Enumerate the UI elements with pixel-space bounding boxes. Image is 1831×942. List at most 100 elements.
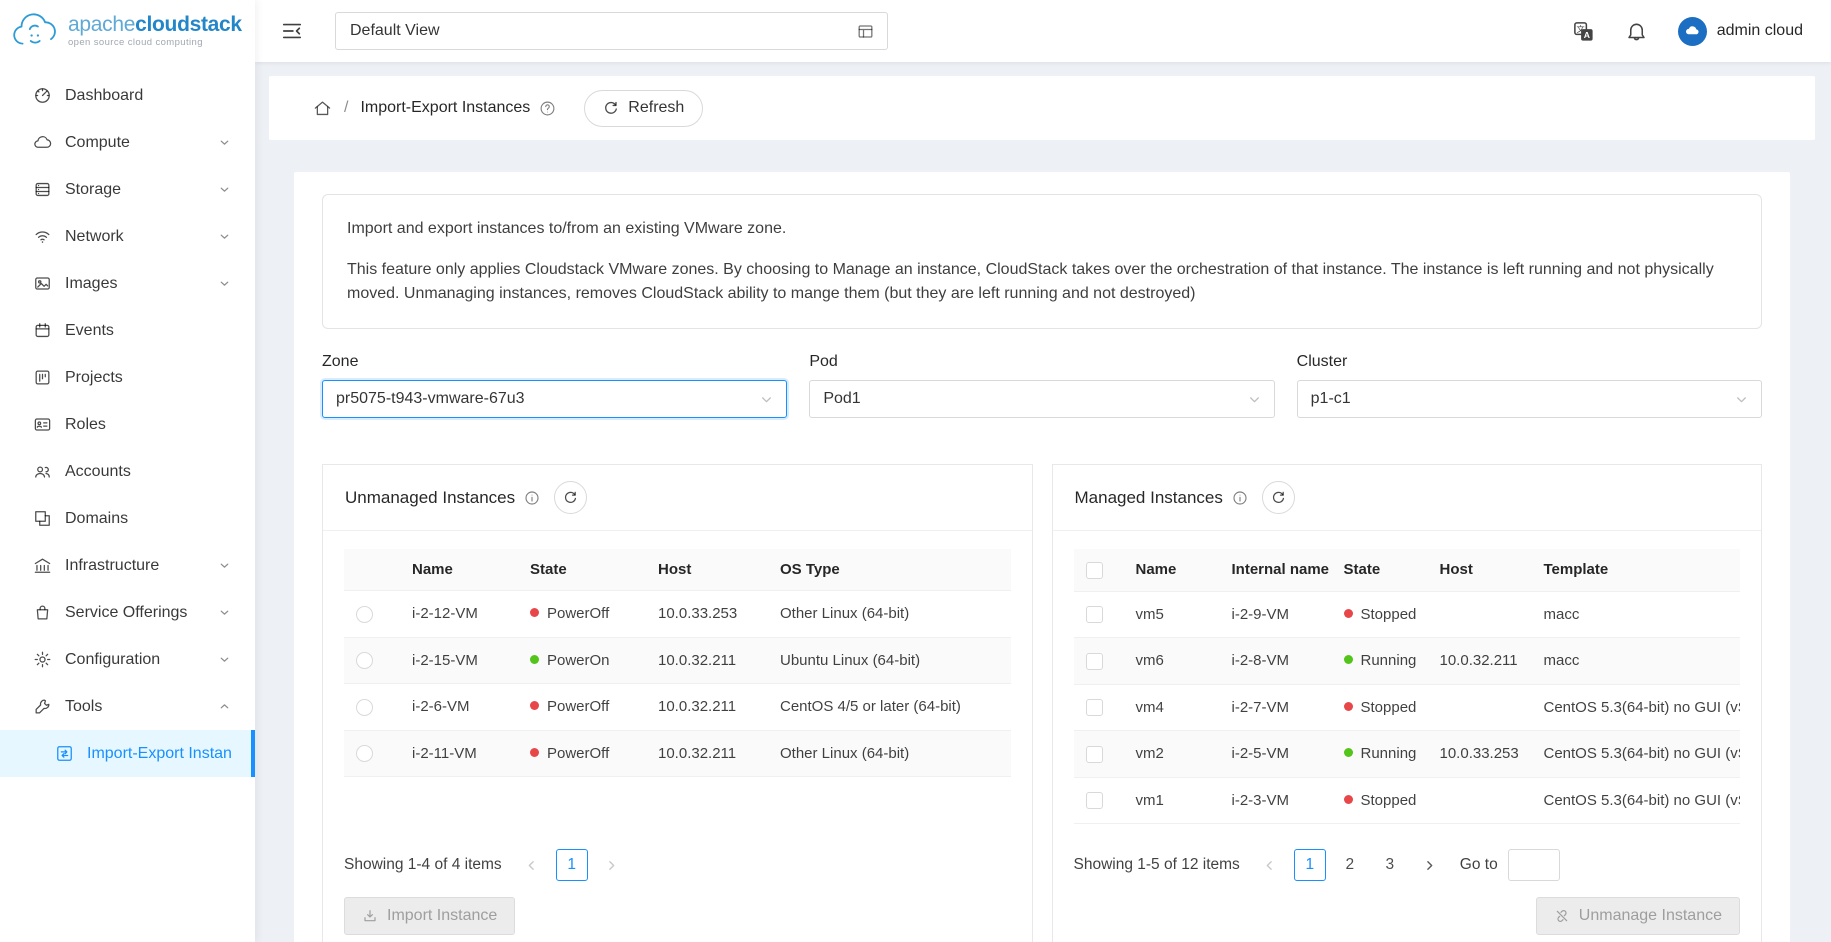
user-name[interactable]: admin cloud bbox=[1717, 22, 1803, 40]
table-row[interactable]: i-2-11-VM PowerOff 10.0.32.211 Other Lin… bbox=[344, 730, 1011, 777]
sidebar-item-service-offerings[interactable]: Service Offerings bbox=[0, 589, 255, 636]
table-row[interactable]: vm1 i-2-3-VM Stopped CentOS 5.3(64-bit) … bbox=[1074, 777, 1741, 824]
select-all-checkbox[interactable] bbox=[1086, 562, 1103, 579]
table-row[interactable]: i-2-12-VM PowerOff 10.0.33.253 Other Lin… bbox=[344, 591, 1011, 638]
sidebar-item-accounts[interactable]: Accounts bbox=[0, 448, 255, 495]
sidebar-item-compute[interactable]: Compute bbox=[0, 119, 255, 166]
sidebar-item-images[interactable]: Images bbox=[0, 260, 255, 307]
cell-template: CentOS 5.3(64-bit) no GUI (vSphere) bbox=[1532, 684, 1741, 731]
column-header-os-type: OS Type bbox=[768, 549, 1011, 591]
network-wifi-icon bbox=[33, 227, 52, 246]
table-row[interactable]: i-2-15-VM PowerOn 10.0.32.211 Ubuntu Lin… bbox=[344, 637, 1011, 684]
sidebar-item-label: Accounts bbox=[65, 463, 231, 481]
goto-page-input[interactable] bbox=[1508, 849, 1560, 881]
row-checkbox[interactable] bbox=[1086, 792, 1103, 809]
cell-state: Stopped bbox=[1332, 591, 1428, 638]
row-radio[interactable] bbox=[356, 652, 373, 669]
column-header-host: Host bbox=[646, 549, 768, 591]
sidebar-item-label: Storage bbox=[65, 181, 218, 199]
cell-host: 10.0.32.211 bbox=[646, 684, 768, 731]
cloud-mascot-icon bbox=[10, 9, 64, 53]
sidebar-item-configuration[interactable]: Configuration bbox=[0, 636, 255, 683]
row-radio[interactable] bbox=[356, 745, 373, 762]
cell-name: i-2-11-VM bbox=[400, 730, 518, 777]
help-question-icon[interactable] bbox=[539, 100, 556, 117]
sidebar-item-network[interactable]: Network bbox=[0, 213, 255, 260]
unmanaged-title: Unmanaged Instances bbox=[345, 488, 515, 508]
next-page-icon[interactable] bbox=[596, 849, 628, 881]
row-checkbox[interactable] bbox=[1086, 653, 1103, 670]
bell-icon[interactable] bbox=[1625, 20, 1648, 43]
refresh-button[interactable]: Refresh bbox=[584, 90, 703, 127]
sidebar-item-roles[interactable]: Roles bbox=[0, 401, 255, 448]
chevron-down-icon bbox=[218, 606, 231, 619]
status-dot bbox=[1344, 702, 1353, 711]
page-number-3[interactable]: 3 bbox=[1374, 849, 1406, 881]
sidebar-item-label: Compute bbox=[65, 134, 218, 152]
project-view-icon[interactable] bbox=[856, 22, 875, 41]
sidebar-item-label: Import-Export Instances bbox=[87, 745, 231, 763]
row-radio[interactable] bbox=[356, 606, 373, 623]
brand-tagline: open source cloud computing bbox=[68, 38, 242, 48]
prev-page-icon[interactable] bbox=[516, 849, 548, 881]
cell-host bbox=[1428, 777, 1532, 824]
next-page-icon[interactable] bbox=[1414, 849, 1446, 881]
goto-label: Go to bbox=[1460, 856, 1498, 874]
sidebar-item-storage[interactable]: Storage bbox=[0, 166, 255, 213]
cell-host bbox=[1428, 591, 1532, 638]
table-row[interactable]: i-2-6-VM PowerOff 10.0.32.211 CentOS 4/5… bbox=[344, 684, 1011, 731]
status-dot bbox=[530, 608, 539, 617]
avatar[interactable] bbox=[1678, 17, 1707, 46]
cell-state: Running bbox=[1332, 731, 1428, 778]
home-icon[interactable] bbox=[313, 99, 332, 118]
pod-select[interactable]: Pod1 bbox=[809, 380, 1274, 418]
page-number-1[interactable]: 1 bbox=[1294, 849, 1326, 881]
sidebar-item-infrastructure[interactable]: Infrastructure bbox=[0, 542, 255, 589]
top-bar: Default View 文 A admin cloud bbox=[255, 0, 1831, 62]
sidebar-item-import-export-instances[interactable]: Import-Export Instances bbox=[0, 730, 255, 777]
row-checkbox[interactable] bbox=[1086, 746, 1103, 763]
managed-panel-footer: Unmanage Instance bbox=[1053, 897, 1762, 942]
import-instance-button[interactable]: Import Instance bbox=[344, 897, 515, 935]
sidebar-item-tools[interactable]: Tools bbox=[0, 683, 255, 730]
sidebar-item-label: Events bbox=[65, 322, 231, 340]
chevron-down-icon bbox=[218, 559, 231, 572]
radio-column-header bbox=[344, 549, 400, 591]
status-dot bbox=[1344, 795, 1353, 804]
view-select[interactable]: Default View bbox=[335, 12, 888, 50]
row-radio[interactable] bbox=[356, 699, 373, 716]
cell-name: i-2-12-VM bbox=[400, 591, 518, 638]
row-checkbox[interactable] bbox=[1086, 606, 1103, 623]
sidebar-item-dashboard[interactable]: Dashboard bbox=[0, 72, 255, 119]
sidebar-item-projects[interactable]: Projects bbox=[0, 354, 255, 401]
unmanage-instance-button[interactable]: Unmanage Instance bbox=[1536, 897, 1740, 935]
zone-select[interactable]: pr5075-t943-vmware-67u3 bbox=[322, 380, 787, 418]
view-select-value: Default View bbox=[350, 22, 440, 40]
page-number-2[interactable]: 2 bbox=[1334, 849, 1366, 881]
managed-refresh-button[interactable] bbox=[1262, 481, 1295, 514]
page-number-1[interactable]: 1 bbox=[556, 849, 588, 881]
status-dot bbox=[1344, 655, 1353, 664]
menu-fold-icon[interactable] bbox=[281, 20, 303, 42]
sidebar-item-domains[interactable]: Domains bbox=[0, 495, 255, 542]
unmanaged-refresh-button[interactable] bbox=[554, 481, 587, 514]
cluster-select[interactable]: p1-c1 bbox=[1297, 380, 1762, 418]
table-row[interactable]: vm4 i-2-7-VM Stopped CentOS 5.3(64-bit) … bbox=[1074, 684, 1741, 731]
table-row[interactable]: vm6 i-2-8-VM Running 10.0.32.211 macc bbox=[1074, 638, 1741, 685]
cell-state: PowerOff bbox=[518, 591, 646, 638]
row-checkbox[interactable] bbox=[1086, 699, 1103, 716]
cloudstack-logo[interactable]: apachecloudstack open source cloud compu… bbox=[0, 0, 255, 62]
cell-name: vm5 bbox=[1124, 591, 1220, 638]
table-row[interactable]: vm2 i-2-5-VM Running 10.0.33.253 CentOS … bbox=[1074, 731, 1741, 778]
prev-page-icon[interactable] bbox=[1254, 849, 1286, 881]
cell-template: macc bbox=[1532, 591, 1741, 638]
description-line-2: This feature only applies Cloudstack VMw… bbox=[347, 258, 1737, 306]
info-icon[interactable] bbox=[1232, 490, 1248, 506]
sidebar-item-label: Projects bbox=[65, 369, 231, 387]
table-row[interactable]: vm5 i-2-9-VM Stopped macc bbox=[1074, 591, 1741, 638]
info-icon[interactable] bbox=[524, 490, 540, 506]
managed-table: Name Internal name State Host Template bbox=[1074, 549, 1741, 824]
sidebar-item-events[interactable]: Events bbox=[0, 307, 255, 354]
translate-icon[interactable]: 文 A bbox=[1572, 20, 1595, 43]
cell-internal-name: i-2-3-VM bbox=[1220, 777, 1332, 824]
